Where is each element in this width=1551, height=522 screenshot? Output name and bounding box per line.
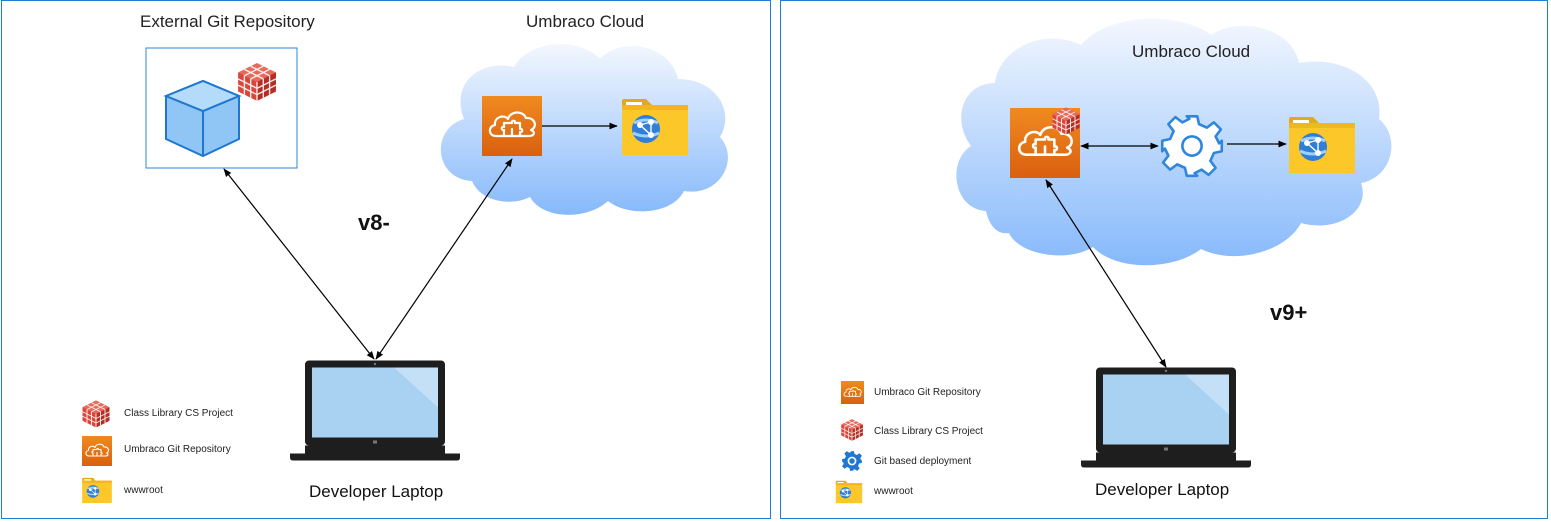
legend-gear-icon bbox=[842, 451, 862, 471]
cloud-puzzle-icon bbox=[482, 96, 542, 156]
cloud-title: Umbraco Cloud bbox=[526, 12, 645, 31]
panel-v8: External Git Repository Umbraco Cloud v8… bbox=[1, 0, 771, 519]
laptop-icon bbox=[290, 360, 460, 461]
legend-git-deploy-label: Git based deployment bbox=[874, 456, 972, 467]
version-label: v8- bbox=[358, 210, 390, 235]
diagram-canvas-v9 bbox=[835, 18, 1392, 504]
legend-brick-icon bbox=[840, 418, 864, 442]
laptop-label: Developer Laptop bbox=[309, 482, 444, 501]
legend-umbraco-git-label: Umbraco Git Repository bbox=[124, 444, 231, 455]
version-label: v9+ bbox=[1270, 300, 1308, 325]
git-repo-title: External Git Repository bbox=[140, 12, 315, 31]
arrow-umbraco-laptop bbox=[375, 158, 513, 360]
web-folder-icon bbox=[1287, 115, 1357, 175]
diagram-canvas-v8 bbox=[81, 44, 728, 504]
cloud-title: Umbraco Cloud bbox=[1132, 42, 1251, 61]
laptop-icon bbox=[1081, 367, 1251, 468]
legend-wwwroot-label: wwwroot bbox=[124, 485, 163, 496]
cube-icon bbox=[163, 79, 242, 158]
legend-umbraco-git-label: Umbraco Git Repository bbox=[874, 387, 981, 398]
legend-folder-icon bbox=[81, 477, 113, 504]
legend-umbraco-icon bbox=[841, 381, 864, 404]
legend-wwwroot-label: wwwroot bbox=[874, 486, 913, 497]
web-folder-icon bbox=[620, 97, 690, 157]
gear-icon bbox=[1160, 114, 1224, 178]
legend-umbraco-icon bbox=[82, 436, 112, 466]
panel-v9: Umbraco Cloud v9+ Developer Laptop Umbra… bbox=[780, 0, 1548, 519]
legend-class-library-label: Class Library CS Project bbox=[124, 408, 233, 419]
legend-class-library-label: Class Library CS Project bbox=[874, 426, 983, 437]
legend-folder-icon bbox=[835, 480, 863, 504]
arrow-gitrepo-laptop bbox=[223, 168, 375, 360]
laptop-label: Developer Laptop bbox=[1095, 480, 1230, 499]
legend-brick-icon bbox=[82, 400, 110, 428]
